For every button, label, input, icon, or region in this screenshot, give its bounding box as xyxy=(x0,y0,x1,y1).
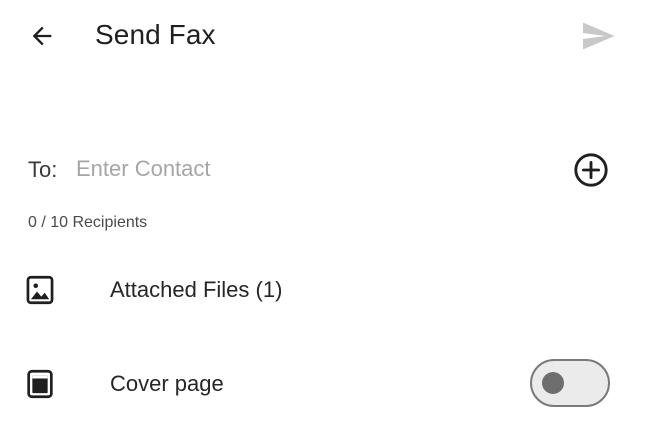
add-contact-button[interactable] xyxy=(569,148,613,192)
toggle-knob xyxy=(542,372,564,394)
arrow-left-icon xyxy=(32,26,52,46)
attached-files-label: Attached Files (1) xyxy=(110,277,283,302)
recipient-count: 0 / 10 Recipients xyxy=(28,214,148,231)
attached-files-row[interactable]: Attached Files (1) xyxy=(0,262,649,318)
plus-circle-icon xyxy=(574,153,608,187)
back-button[interactable] xyxy=(20,14,64,58)
cover-page-label: Cover page xyxy=(110,371,224,396)
page-title: Send Fax xyxy=(95,19,216,50)
send-button[interactable] xyxy=(574,12,622,60)
contact-input[interactable] xyxy=(76,150,546,188)
cover-page-icon xyxy=(22,366,58,402)
send-icon xyxy=(583,22,615,50)
cover-page-toggle[interactable] xyxy=(530,359,610,407)
to-label: To: xyxy=(28,157,58,182)
image-file-icon xyxy=(22,272,58,308)
